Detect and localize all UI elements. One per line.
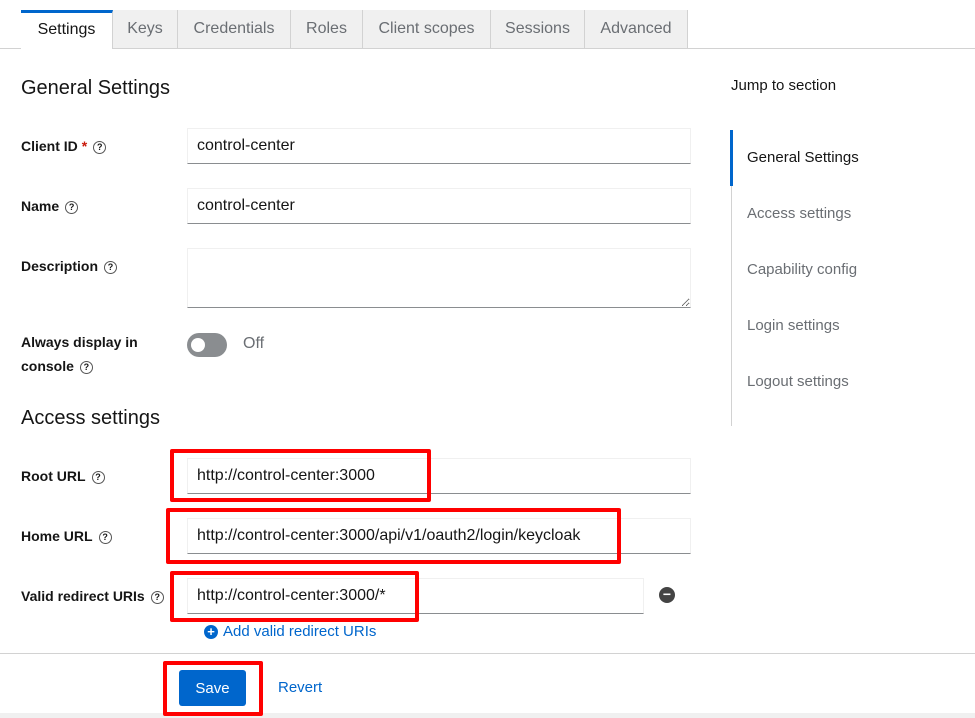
required-mark: *	[81, 138, 88, 154]
tab-advanced[interactable]: Advanced	[585, 10, 688, 48]
help-icon[interactable]: ?	[79, 360, 93, 374]
revert-button[interactable]: Revert	[278, 679, 322, 696]
label-text: Home URL	[21, 528, 93, 544]
jump-login-settings[interactable]: Login settings	[747, 317, 840, 334]
help-icon[interactable]: ?	[91, 470, 105, 484]
help-icon[interactable]: ?	[150, 590, 164, 604]
access-settings-heading: Access settings	[21, 407, 160, 429]
jump-logout-settings[interactable]: Logout settings	[747, 373, 849, 390]
description-textarea[interactable]	[187, 248, 691, 308]
label-text: Name	[21, 198, 60, 214]
tab-roles[interactable]: Roles	[291, 10, 363, 48]
label-text: Client ID	[21, 138, 78, 154]
client-id-input[interactable]	[187, 128, 691, 164]
jump-access-settings[interactable]: Access settings	[747, 205, 851, 222]
link-text: Add valid redirect URIs	[223, 623, 377, 640]
always-display-label: Always display in console?	[21, 330, 161, 378]
bottom-strip	[0, 713, 975, 718]
tab-client-scopes[interactable]: Client scopes	[363, 10, 491, 48]
label-text: Description	[21, 258, 99, 274]
tab-keys[interactable]: Keys	[113, 10, 178, 48]
description-label: Description?	[21, 254, 118, 278]
toggle-state: Off	[243, 335, 265, 352]
jump-nav: General Settings Access settings Capabil…	[730, 130, 859, 426]
name-input[interactable]	[187, 188, 691, 224]
label-text: Root URL	[21, 468, 86, 484]
home-url-input[interactable]	[187, 518, 691, 554]
root-url-label: Root URL?	[21, 464, 105, 488]
tab-sessions[interactable]: Sessions	[491, 10, 585, 48]
home-url-label: Home URL?	[21, 524, 112, 548]
tab-bar: Settings Keys Credentials Roles Client s…	[0, 10, 975, 49]
tab-settings[interactable]: Settings	[21, 10, 113, 49]
redirect-uris-label: Valid redirect URIs?	[21, 584, 164, 608]
jump-capability-config[interactable]: Capability config	[747, 261, 857, 278]
root-url-input[interactable]	[187, 458, 691, 494]
general-settings-heading: General Settings	[21, 77, 170, 99]
active-indicator	[730, 130, 733, 186]
always-display-toggle[interactable]	[187, 333, 227, 357]
help-icon[interactable]: ?	[104, 260, 118, 274]
jump-to-section-title: Jump to section	[731, 77, 837, 94]
remove-uri-icon[interactable]: −	[659, 587, 675, 603]
save-button[interactable]: Save	[179, 670, 246, 706]
add-redirect-uri-link[interactable]: + Add valid redirect URIs	[204, 623, 376, 640]
form-footer	[0, 653, 975, 713]
plus-circle-icon: +	[204, 625, 218, 639]
label-text: Valid redirect URIs	[21, 588, 145, 604]
client-id-label: Client ID *?	[21, 134, 107, 158]
help-icon[interactable]: ?	[98, 530, 112, 544]
redirect-uri-input[interactable]	[187, 578, 644, 614]
jump-general-settings[interactable]: General Settings	[747, 149, 859, 166]
help-icon[interactable]: ?	[93, 140, 107, 154]
help-icon[interactable]: ?	[65, 200, 79, 214]
tab-credentials[interactable]: Credentials	[178, 10, 291, 48]
name-label: Name?	[21, 194, 79, 218]
